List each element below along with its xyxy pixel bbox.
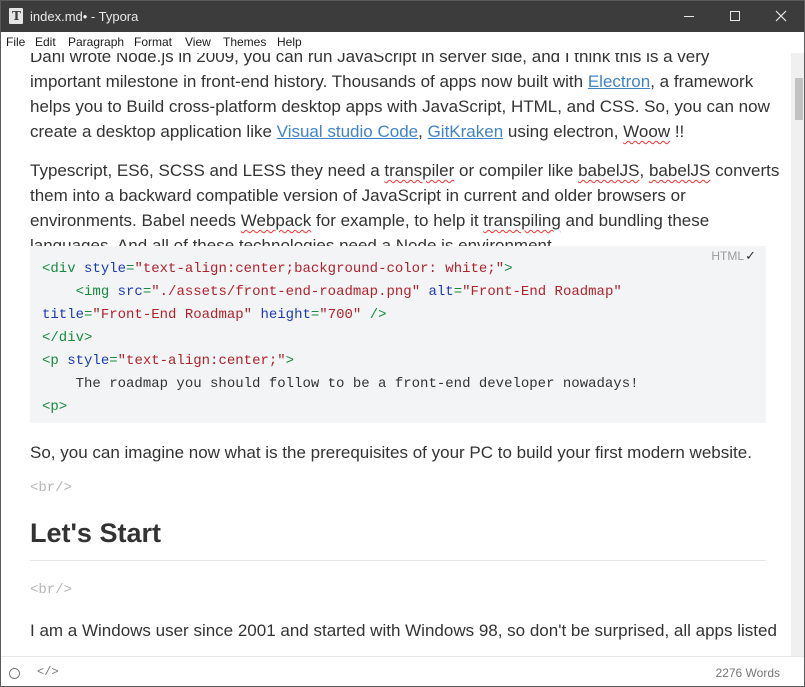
code-token: "Front-End Roadmap" <box>92 307 253 323</box>
code-token: "700" <box>319 307 362 323</box>
menu-paragraph[interactable]: Paragraph <box>68 35 124 49</box>
heading-text: Let's Start <box>30 518 161 548</box>
text-run: important milestone in front-end history… <box>30 72 588 91</box>
menu-help[interactable]: Help <box>277 35 302 49</box>
heading-lets-start[interactable]: Let's Start <box>30 516 766 561</box>
code-token: <p <box>42 353 68 369</box>
text-run: , a framework <box>650 72 754 91</box>
checkmark-icon: ✓ <box>745 248 756 263</box>
outline-toggle-icon[interactable] <box>9 668 20 679</box>
code-line[interactable]: The roadmap you should follow to be a fr… <box>42 373 639 396</box>
text-run: Typescript, ES6, SCSS and LESS they need… <box>30 161 385 180</box>
code-line[interactable]: </div> <box>42 327 92 350</box>
code-token: <img <box>75 284 118 300</box>
misspelled-word[interactable]: babelJS <box>578 161 639 180</box>
paragraph-prerequisites[interactable]: So, you can imagine now what is the prer… <box>30 440 766 465</box>
text-line: create a desktop application like Visual… <box>30 119 766 144</box>
code-token: style <box>67 353 110 369</box>
misspelled-word[interactable]: transpiler <box>384 161 454 180</box>
code-block[interactable]: HTML ✓ <div style="text-align:center;bac… <box>30 246 766 423</box>
code-token: style <box>84 261 127 277</box>
code-token: > <box>504 261 513 277</box>
paragraph-babel[interactable]: Typescript, ES6, SCSS and LESS they need… <box>30 158 779 258</box>
text-run: for example, to help it <box>311 211 484 230</box>
code-token: title <box>42 307 85 323</box>
text-line: Typescript, ES6, SCSS and LESS they need… <box>30 158 779 183</box>
scrollbar-thumb[interactable] <box>795 78 803 120</box>
menu-edit[interactable]: Edit <box>35 35 56 49</box>
code-token: <p> <box>42 399 68 415</box>
paragraph-electron[interactable]: Dahl wrote Node.js in 2009, you can run … <box>30 53 770 144</box>
close-button[interactable] <box>758 1 804 32</box>
code-line[interactable]: <div style="text-align:center;background… <box>42 258 513 281</box>
typora-app-icon: T <box>9 8 23 24</box>
text-line: environments. Babel needs Webpack for ex… <box>30 208 766 233</box>
text-run: converts <box>710 161 780 180</box>
text-run: or compiler like <box>454 161 579 180</box>
paragraph-windows-user[interactable]: I am a Windows user since 2001 and start… <box>30 618 777 643</box>
link-visual-studio-code[interactable]: Visual studio Code <box>277 122 418 141</box>
code-token: src <box>117 284 143 300</box>
html-br-tag[interactable]: <br/> <box>30 582 72 598</box>
word-count[interactable]: 2276 Words <box>716 666 780 680</box>
code-token: </div> <box>42 330 93 346</box>
minimize-icon <box>684 16 694 17</box>
code-token: = <box>109 353 118 369</box>
title-bar[interactable]: T index.md• - Typora <box>1 1 804 32</box>
code-token: /> <box>369 307 387 323</box>
menu-bar: File Edit Paragraph Format View Themes H… <box>1 32 804 54</box>
code-token: The roadmap you should follow to be a fr… <box>42 376 639 392</box>
menu-file[interactable]: File <box>6 35 25 49</box>
vertical-scrollbar[interactable] <box>791 53 804 656</box>
text-run: and bundling these <box>560 211 710 230</box>
code-token: = <box>142 284 152 300</box>
maximize-button[interactable] <box>712 1 758 32</box>
code-token: alt <box>428 284 454 300</box>
code-line[interactable]: title="Front-End Roadmap" height="700" /… <box>42 304 387 327</box>
code-token: = <box>453 284 463 300</box>
code-token: > <box>285 353 295 369</box>
code-token: "text-align:center;" <box>117 353 286 369</box>
code-line[interactable]: <p> <box>42 396 67 419</box>
link-electron[interactable]: Electron <box>588 72 650 91</box>
menu-format[interactable]: Format <box>134 35 172 49</box>
menu-themes[interactable]: Themes <box>223 35 266 49</box>
editor-content[interactable]: Dahl wrote Node.js in 2009, you can run … <box>1 53 791 656</box>
code-token: <div <box>42 261 85 277</box>
text-line: them into a backward compatible version … <box>30 186 686 205</box>
text-line: important milestone in front-end history… <box>30 69 766 94</box>
maximize-icon <box>730 11 740 21</box>
close-icon <box>775 10 787 22</box>
code-token: "./assets/front-end-roadmap.png" <box>151 284 421 300</box>
minimize-button[interactable] <box>666 1 712 32</box>
code-language-label[interactable]: HTML <box>711 249 744 263</box>
link-gitkraken[interactable]: GitKraken <box>428 122 504 141</box>
text-run: using electron, <box>503 122 624 141</box>
text-run: create a desktop application like <box>30 122 277 141</box>
text-run: !! <box>670 122 685 141</box>
misspelled-word[interactable]: Webpack <box>241 211 312 230</box>
menu-view[interactable]: View <box>185 35 211 49</box>
text-run: , <box>418 122 428 141</box>
typora-window: T index.md• - Typora File Edit Paragraph… <box>0 0 805 687</box>
status-bar: </> 2276 Words <box>1 656 804 686</box>
code-line[interactable]: <img src="./assets/front-end-roadmap.png… <box>42 281 622 304</box>
source-code-mode-icon[interactable]: </> <box>37 665 59 679</box>
code-token: height <box>260 307 311 323</box>
code-token: "text-align:center;background-color: whi… <box>134 261 505 277</box>
window-title: index.md• - Typora <box>30 9 139 24</box>
html-br-tag[interactable]: <br/> <box>30 480 72 496</box>
misspelled-word[interactable]: transpiling <box>483 211 561 230</box>
code-line[interactable]: <p style="text-align:center;"> <box>42 350 294 373</box>
code-token: "Front-End Roadmap" <box>462 284 622 300</box>
text-line: Dahl wrote Node.js in 2009, you can run … <box>30 53 710 66</box>
text-run: , <box>639 161 649 180</box>
text-run: environments. Babel needs <box>30 211 241 230</box>
text-line: helps you to Build cross-platform deskto… <box>30 97 770 116</box>
misspelled-word[interactable]: babelJS <box>649 161 710 180</box>
misspelled-word[interactable]: Woow <box>623 122 670 141</box>
